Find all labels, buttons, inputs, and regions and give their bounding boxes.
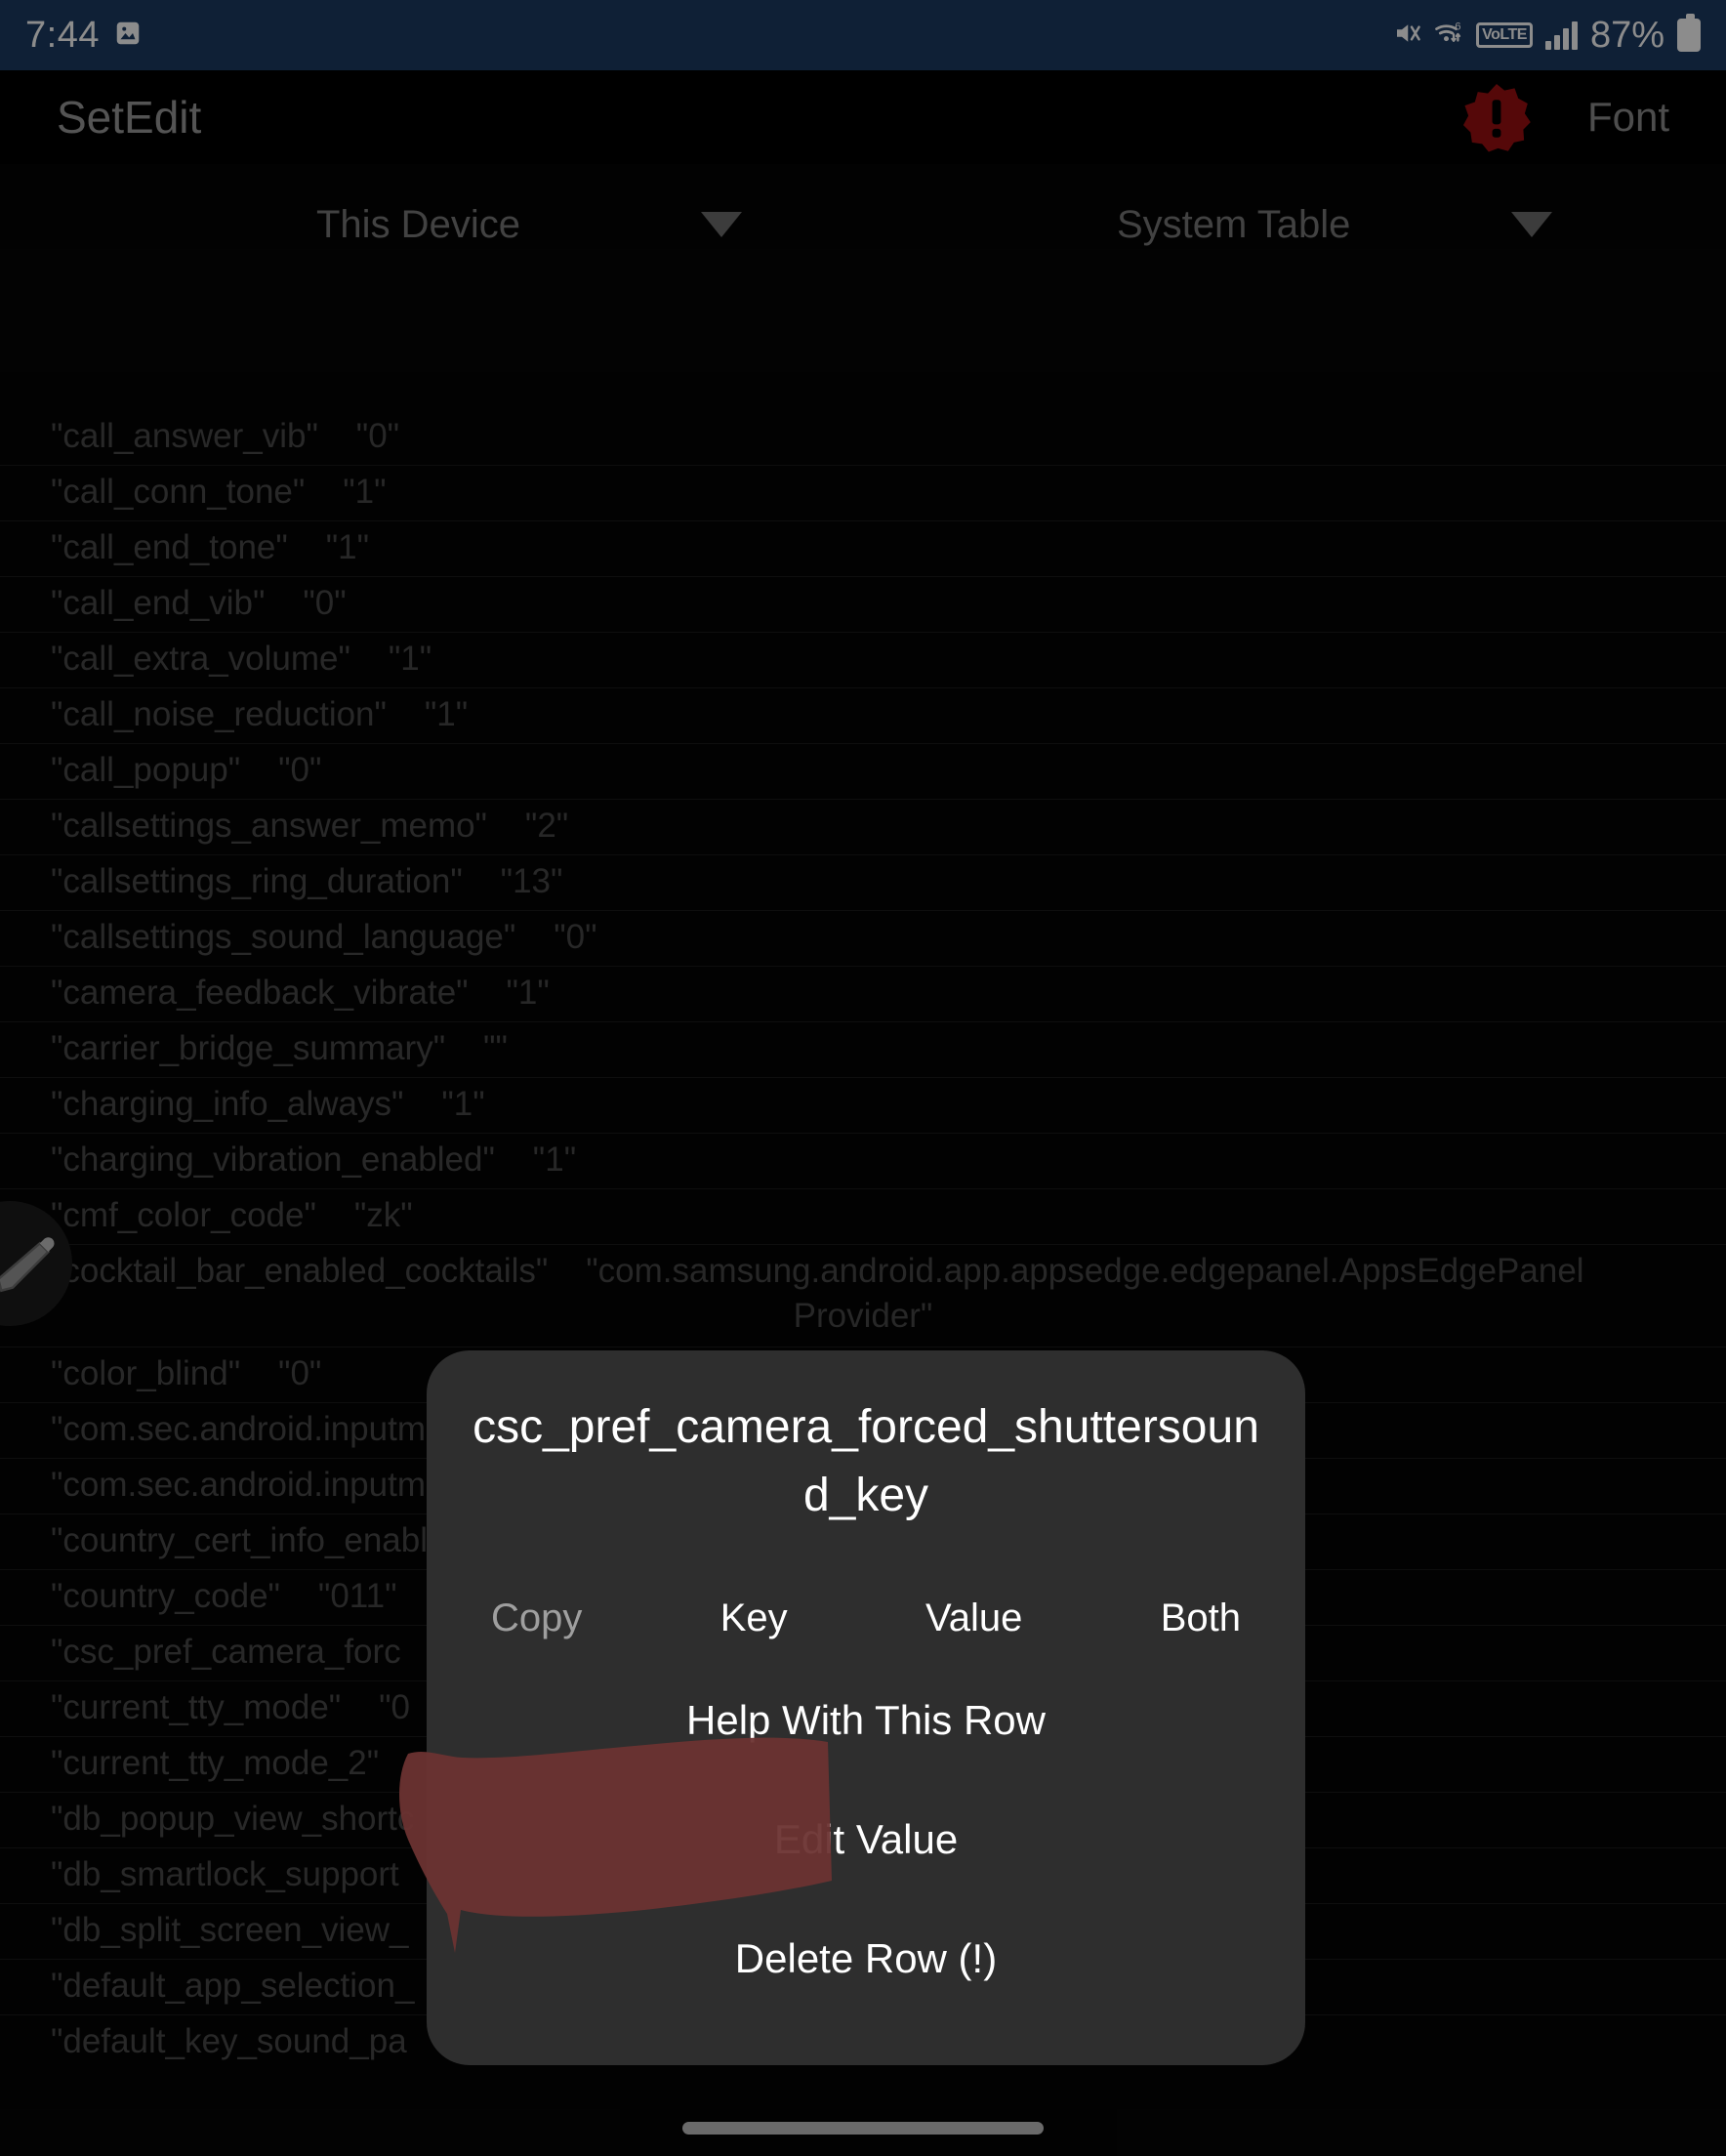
- home-indicator[interactable]: [682, 2122, 1044, 2135]
- edit-value-item[interactable]: Edit Value: [466, 1816, 1266, 1863]
- dialog-copy-actions: Copy Key Value Both: [466, 1596, 1266, 1640]
- row-options-dialog: csc_pref_camera_forced_shuttersound_key …: [427, 1350, 1305, 2065]
- dialog-title: csc_pref_camera_forced_shuttersound_key: [473, 1401, 1259, 1521]
- delete-row-item[interactable]: Delete Row (!): [466, 1935, 1266, 1982]
- copy-label: Copy: [491, 1596, 583, 1639]
- help-with-this-row-item[interactable]: Help With This Row: [466, 1697, 1266, 1744]
- dialog-menu: Help With This Row Edit Value Delete Row…: [466, 1697, 1266, 1982]
- copy-key-button[interactable]: Key: [720, 1596, 788, 1640]
- copy-value-button[interactable]: Value: [925, 1596, 1022, 1640]
- screen-root: 7:44 6 VoLTE 87% SetEdit Font This Devic…: [0, 0, 1726, 2156]
- copy-both-button[interactable]: Both: [1161, 1596, 1241, 1640]
